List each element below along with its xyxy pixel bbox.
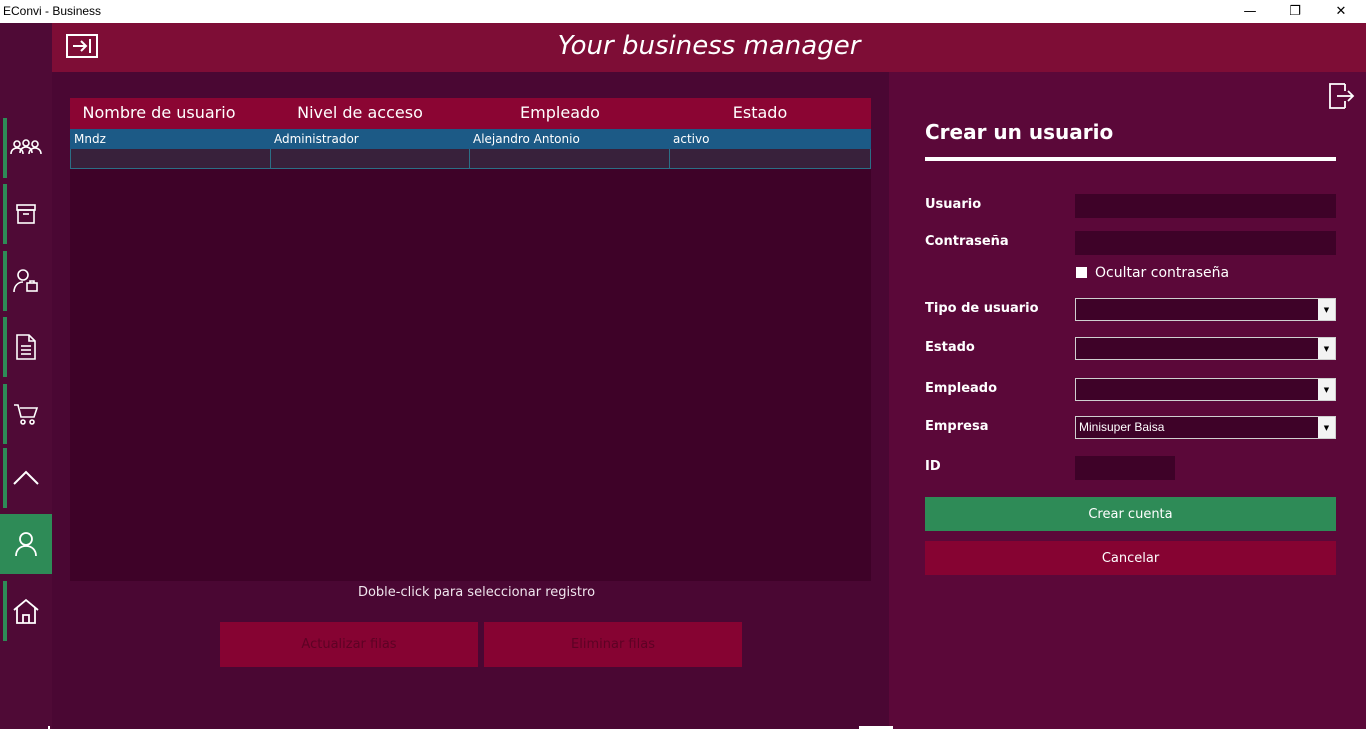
users-grid[interactable]: Nombre de usuario Nivel de acceso Emplea…	[70, 98, 871, 581]
ocultar-checkbox[interactable]	[1076, 267, 1087, 278]
nav-item-customers[interactable]	[0, 251, 52, 311]
column-header-access-level[interactable]: Nivel de acceso	[260, 103, 460, 122]
nav-item-inventory[interactable]	[0, 184, 52, 244]
maximize-icon: ❐	[1289, 4, 1301, 19]
customer-icon	[13, 269, 38, 293]
app-header: Your business manager	[52, 23, 1366, 72]
header-title: Your business manager	[557, 31, 861, 61]
table-row[interactable]	[70, 149, 871, 169]
nav-item-users-group[interactable]	[0, 118, 52, 178]
box-icon	[16, 204, 36, 224]
empresa-label: Empresa	[925, 419, 989, 434]
left-nav	[0, 23, 52, 729]
id-label: ID	[925, 459, 941, 474]
usuario-label: Usuario	[925, 197, 982, 212]
nav-item-home[interactable]	[0, 581, 52, 641]
cell-username[interactable]	[70, 149, 270, 169]
cart-icon	[14, 404, 39, 425]
close-icon: ✕	[1335, 4, 1347, 19]
empleado-select[interactable]: ▼	[1075, 378, 1336, 401]
estado-select[interactable]: ▼	[1075, 337, 1336, 360]
contrasena-input[interactable]	[1075, 231, 1336, 255]
nav-item-sales[interactable]	[0, 384, 52, 444]
cell-status[interactable]: activo	[669, 129, 871, 149]
cell-employee[interactable]	[469, 149, 669, 169]
title-divider	[925, 157, 1336, 161]
empleado-label: Empleado	[925, 381, 998, 396]
grid-header: Nombre de usuario Nivel de acceso Emplea…	[70, 98, 871, 129]
column-header-status[interactable]: Estado	[660, 103, 860, 122]
chevron-down-icon[interactable]: ▼	[1318, 338, 1335, 359]
grid-hint: Doble-click para seleccionar registro	[357, 585, 596, 600]
document-icon	[16, 334, 36, 360]
panel-title: Crear un usuario	[925, 120, 1114, 144]
user-icon	[15, 532, 37, 557]
update-rows-button[interactable]: Actualizar filas	[220, 622, 478, 667]
cell-access-level[interactable]: Administrador	[270, 129, 469, 149]
cell-access-level[interactable]	[270, 149, 469, 169]
column-header-employee[interactable]: Empleado	[460, 103, 660, 122]
estado-label: Estado	[925, 340, 975, 355]
users-group-icon	[10, 139, 42, 155]
usuario-input[interactable]	[1075, 194, 1336, 218]
chevron-down-icon[interactable]: ▼	[1318, 379, 1335, 400]
chevron-down-icon[interactable]: ▼	[1318, 417, 1335, 438]
cell-employee[interactable]: Alejandro Antonio	[469, 129, 669, 149]
window-title: EConvi - Business	[3, 4, 102, 18]
column-header-username[interactable]: Nombre de usuario	[70, 103, 248, 122]
maximize-button[interactable]: ❐	[1272, 0, 1318, 23]
tipo-usuario-select[interactable]: ▼	[1075, 298, 1336, 321]
cancelar-button[interactable]: Cancelar	[925, 541, 1336, 575]
nav-item-users[interactable]	[0, 514, 52, 574]
close-button[interactable]: ✕	[1318, 0, 1364, 23]
nav-item-collapse[interactable]	[0, 448, 52, 508]
empresa-value: Minisuper Baisa	[1079, 420, 1165, 434]
logout-icon[interactable]	[1327, 82, 1355, 110]
chevron-up-icon	[13, 470, 39, 485]
cell-status[interactable]	[669, 149, 871, 169]
home-icon	[13, 598, 39, 624]
nav-item-documents[interactable]	[0, 317, 52, 377]
crear-cuenta-button[interactable]: Crear cuenta	[925, 497, 1336, 531]
ocultar-label[interactable]: Ocultar contraseña	[1095, 265, 1229, 281]
empresa-select[interactable]: Minisuper Baisa ▼	[1075, 416, 1336, 439]
cell-username[interactable]: Mndz	[70, 129, 270, 149]
window-titlebar: EConvi - Business — ❐ ✕	[0, 0, 1366, 23]
delete-rows-button[interactable]: Eliminar filas	[484, 622, 742, 667]
minimize-button[interactable]: —	[1227, 0, 1273, 23]
tipo-usuario-label: Tipo de usuario	[925, 301, 1039, 316]
chevron-down-icon[interactable]: ▼	[1318, 299, 1335, 320]
contrasena-label: Contraseña	[925, 234, 1009, 249]
table-row[interactable]: Mndz Administrador Alejandro Antonio act…	[70, 129, 871, 149]
minimize-icon: —	[1243, 4, 1257, 19]
id-input[interactable]	[1075, 456, 1175, 480]
